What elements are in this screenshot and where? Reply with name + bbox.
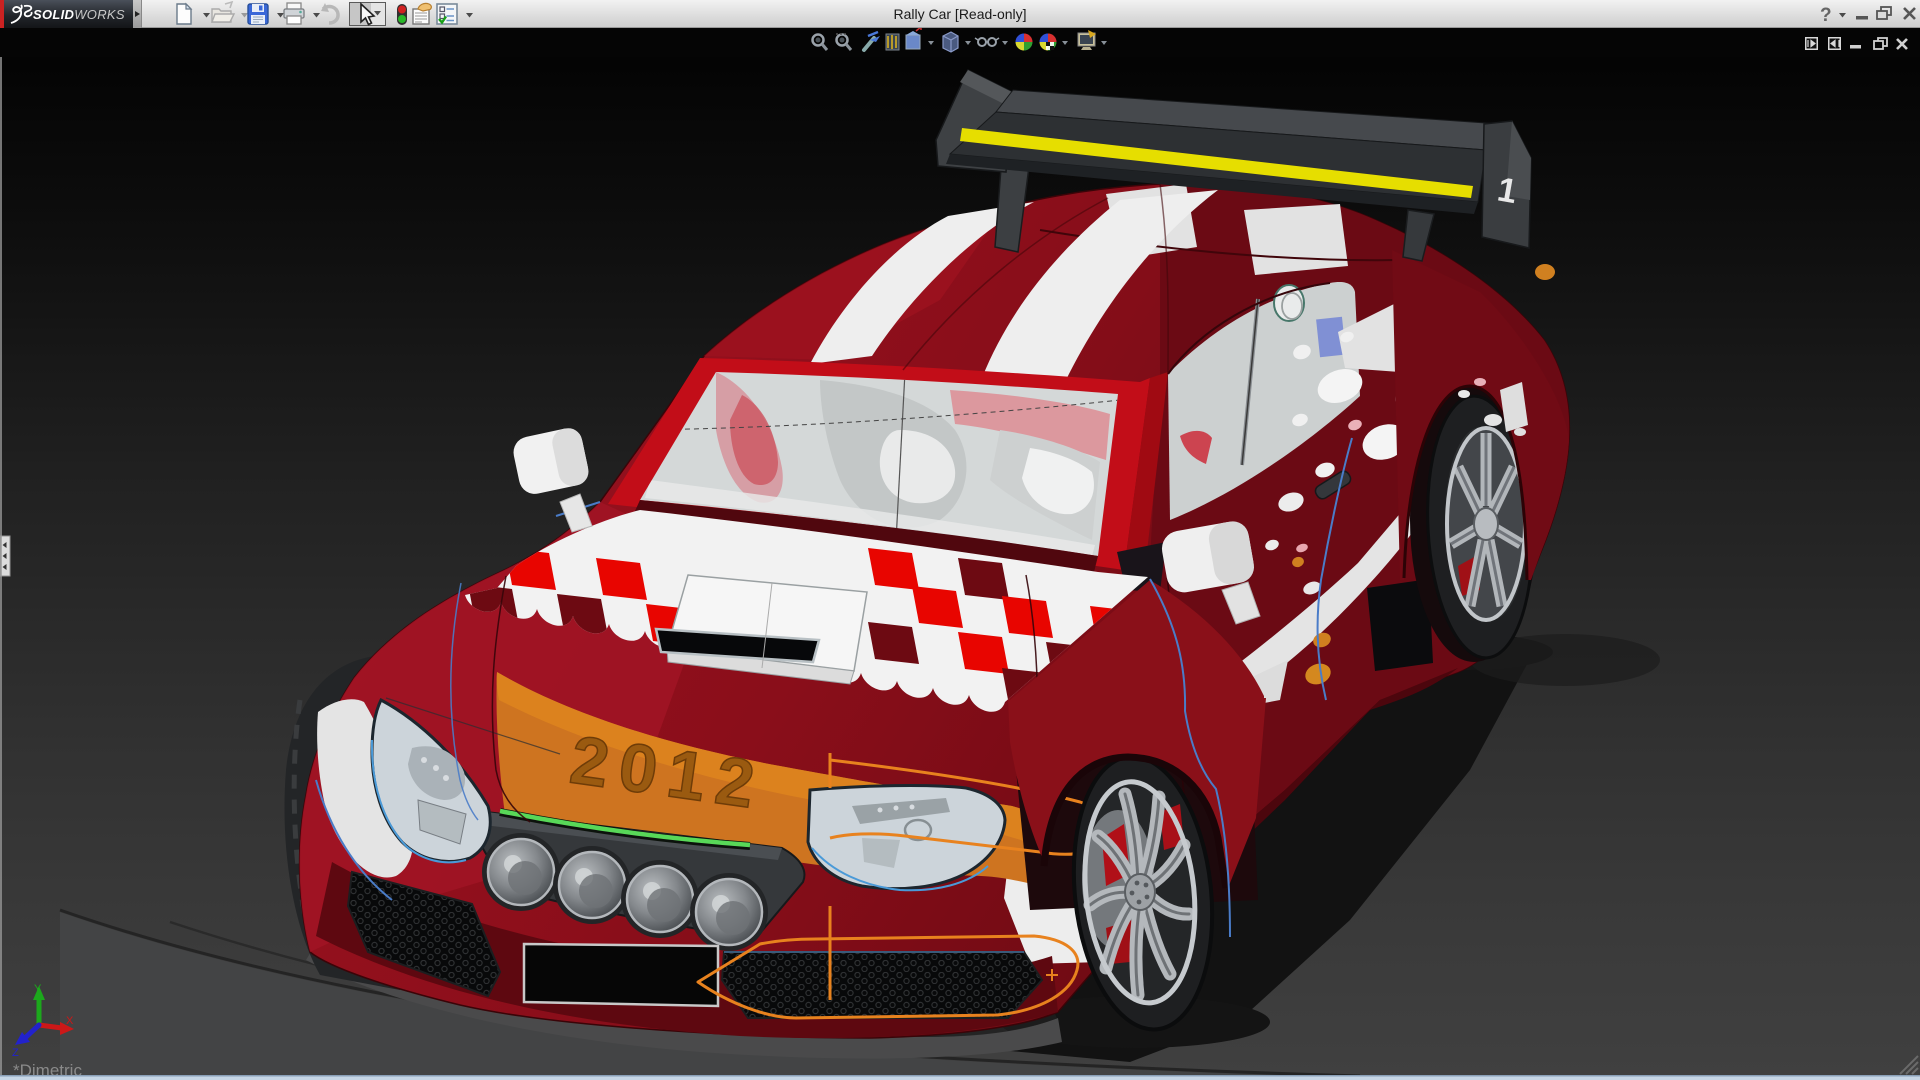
svg-text:Y: Y (34, 983, 42, 995)
svg-text:X: X (66, 1015, 74, 1027)
svg-text:Z: Z (12, 1047, 19, 1059)
svg-text:?: ? (1820, 5, 1832, 26)
